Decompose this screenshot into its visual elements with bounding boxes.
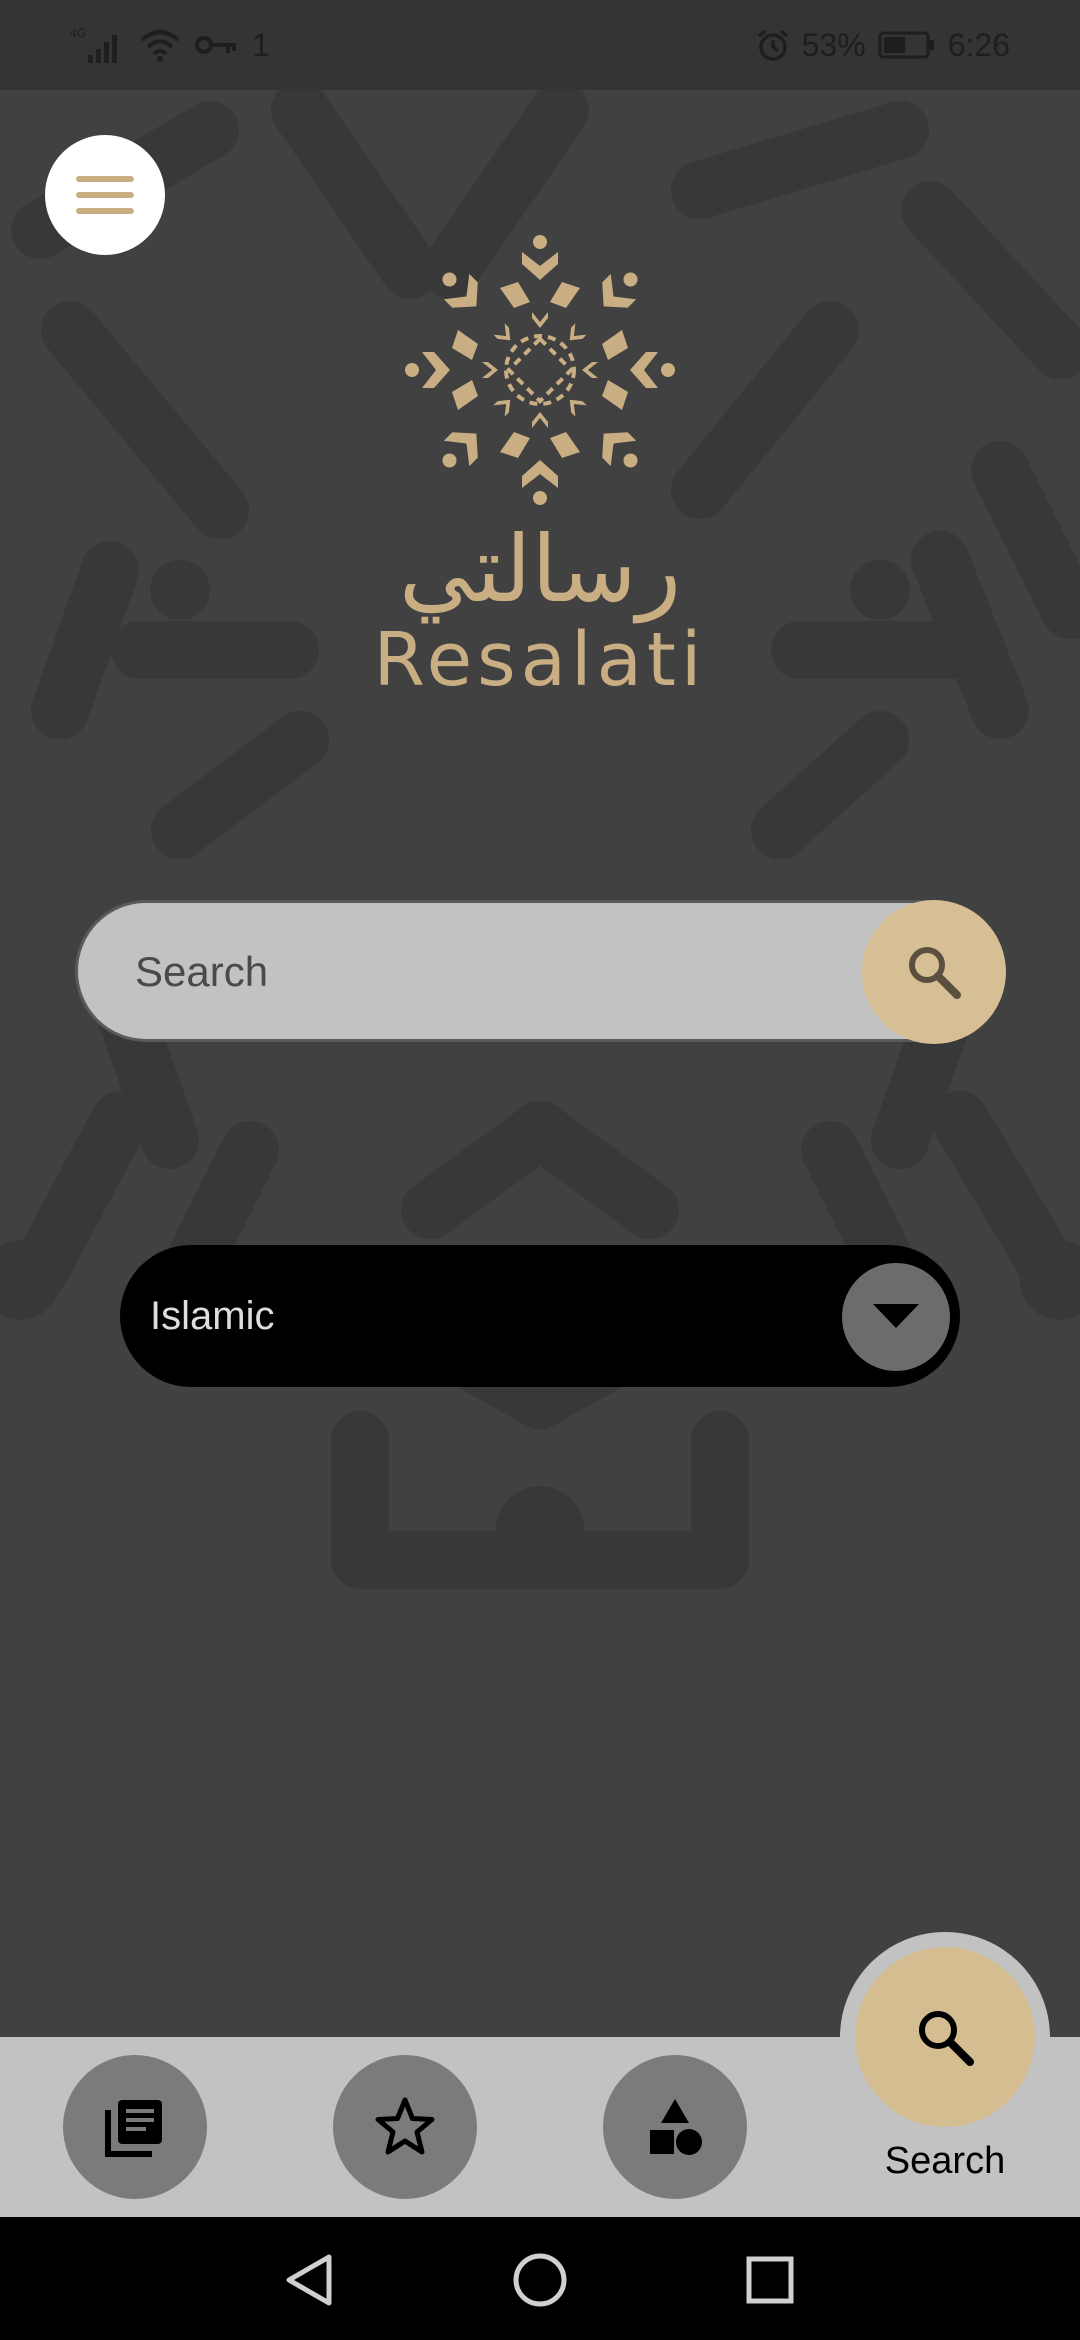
search-icon xyxy=(909,947,961,999)
logo-arabic-text: رسالتي xyxy=(398,516,682,623)
battery-icon xyxy=(878,31,934,59)
notification-count: 1 xyxy=(252,26,270,63)
home-circle-icon xyxy=(513,2253,567,2307)
category-selected-value: Islamic xyxy=(150,1294,275,1338)
status-bar: 4G 1 53% 6:26 xyxy=(0,0,1080,90)
nav-library-button[interactable] xyxy=(63,2055,207,2199)
search-input[interactable] xyxy=(133,903,897,1041)
clock: 6:26 xyxy=(947,26,1010,63)
dropdown-toggle-button[interactable] xyxy=(842,1263,950,1371)
recents-button[interactable] xyxy=(740,2250,800,2310)
logo-latin-text: Resalati xyxy=(373,617,707,703)
battery-percent: 53% xyxy=(801,26,866,63)
library-icon xyxy=(105,2100,162,2157)
nav-categories-button[interactable] xyxy=(603,2055,747,2199)
home-button[interactable] xyxy=(510,2250,570,2310)
back-button[interactable] xyxy=(280,2250,340,2310)
star-icon xyxy=(375,2097,435,2155)
nav-search-button[interactable] xyxy=(855,1947,1035,2127)
logo-emblem xyxy=(405,235,675,505)
shapes-icon xyxy=(650,2099,702,2155)
cellular-signal-icon: 4G xyxy=(70,26,117,63)
svg-text:4G: 4G xyxy=(70,26,86,40)
caret-down-icon xyxy=(873,1304,919,1328)
menu-button[interactable] xyxy=(45,135,165,255)
alarm-icon xyxy=(757,29,788,61)
nav-search-label: Search xyxy=(884,2140,1006,2182)
category-dropdown[interactable]: Islamic xyxy=(120,1245,960,1387)
hamburger-menu-icon xyxy=(76,176,134,214)
back-triangle-icon xyxy=(286,2254,332,2306)
nav-favorites-button[interactable] xyxy=(333,2055,477,2199)
recents-square-icon xyxy=(746,2256,794,2304)
search-submit-button[interactable] xyxy=(862,900,1006,1044)
search-icon xyxy=(919,2011,974,2066)
vpn-key-icon xyxy=(195,36,236,54)
wifi-icon xyxy=(140,30,180,62)
